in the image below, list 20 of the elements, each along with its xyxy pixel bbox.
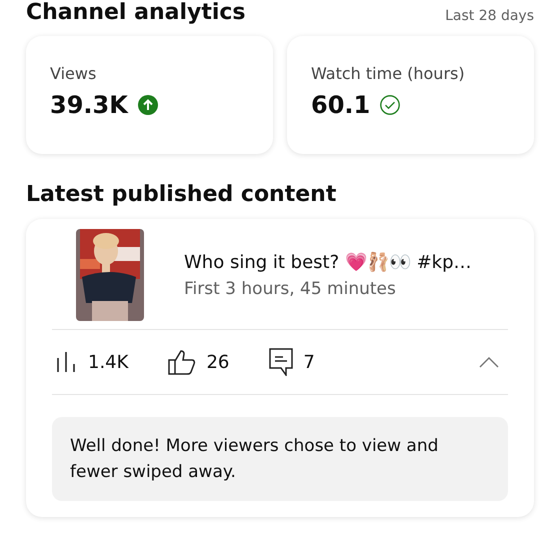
metric-card[interactable]: Views 39.3K [26, 36, 273, 154]
metric-label: Watch time (hours) [311, 64, 466, 83]
video-title[interactable]: Who sing it best? 💗🩰👀 #kp… [184, 251, 472, 273]
stat-value: 7 [303, 352, 315, 372]
metric-label: Views [50, 64, 98, 83]
metric-value: 39.3K [50, 91, 128, 119]
bar-chart-icon [56, 352, 78, 372]
comment-icon[interactable] [269, 348, 294, 376]
section-title: Latest published content [26, 182, 338, 207]
stat-value: 1.4K [88, 352, 128, 372]
check-icon [380, 95, 400, 115]
feedback-message: Well done! More viewers chose to view and fewer swiped away. [52, 417, 508, 501]
page-title: Channel analytics [26, 0, 246, 26]
chevron-up-icon [478, 355, 500, 369]
video-subtitle: First 3 hours, 45 minutes [184, 279, 397, 299]
stat-value: 26 [206, 352, 230, 372]
metric-card[interactable]: Watch time (hours) 60.1 [287, 36, 534, 154]
metric-value: 60.1 [311, 91, 370, 119]
thumbs-up-icon[interactable] [168, 349, 196, 375]
date-range-label: Last 28 days [445, 7, 534, 26]
